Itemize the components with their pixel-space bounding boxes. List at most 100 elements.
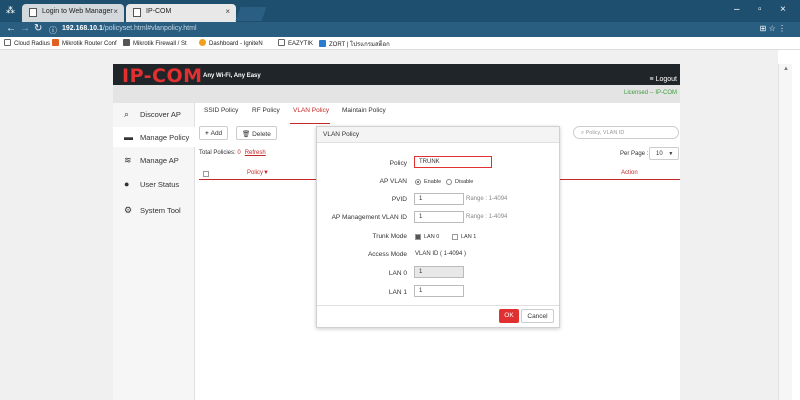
new-tab-button[interactable] bbox=[235, 7, 267, 21]
ok-button[interactable]: OK bbox=[499, 309, 519, 323]
info-icon[interactable]: ⓘ bbox=[49, 25, 57, 36]
ap-vlan-label: AP VLAN bbox=[379, 178, 407, 185]
search-input[interactable]: ⌕ Policy, VLAN ID bbox=[573, 126, 679, 139]
lan1-value: 1 bbox=[419, 288, 423, 294]
url-host: 192.168.10.1 bbox=[62, 25, 103, 32]
ignite-icon bbox=[199, 39, 206, 46]
tab-ssid-policy[interactable]: SSID Policy bbox=[204, 107, 238, 114]
bookmark-label: Mikrotik Firewall / St bbox=[133, 41, 187, 47]
policy-label: Policy bbox=[389, 160, 407, 167]
mgmt-range-hint: Range : 1-4094 bbox=[466, 214, 508, 220]
enable-radio[interactable] bbox=[415, 179, 421, 185]
enable-label: Enable bbox=[424, 179, 442, 185]
sidebar-item-manage-ap[interactable]: ≋ Manage AP bbox=[113, 150, 195, 170]
maximize-icon[interactable]: ▫ bbox=[758, 4, 762, 15]
discover-icon: ⌕ bbox=[124, 109, 130, 119]
tab-title: Login to Web Manager bbox=[42, 8, 113, 15]
add-button[interactable]: + Add bbox=[199, 126, 229, 140]
per-page-value: 10 bbox=[656, 151, 663, 157]
zort-icon bbox=[319, 40, 326, 47]
scroll-up-icon[interactable]: ▲ bbox=[783, 66, 789, 72]
close-window-icon[interactable]: × bbox=[780, 4, 786, 15]
dialog-title: VLAN Policy bbox=[317, 127, 559, 143]
policy-name-input[interactable]: TRUNK bbox=[414, 156, 492, 168]
column-header-action: Action bbox=[621, 170, 638, 176]
firewall-icon bbox=[123, 39, 130, 46]
cancel-button[interactable]: Cancel bbox=[521, 309, 554, 323]
bookmark-label: ZORT | โปรแกรมสต็อก bbox=[329, 42, 390, 48]
trunk-lan1-checkbox[interactable] bbox=[452, 234, 458, 240]
browser-tab-ipcom[interactable]: IP-COM × bbox=[126, 4, 236, 22]
menu-icon[interactable]: ⋮ bbox=[778, 24, 786, 33]
page-icon bbox=[133, 8, 141, 17]
sidebar-item-discover-ap[interactable]: ⌕ Discover AP bbox=[113, 104, 195, 124]
bookmark-mikrotik-router[interactable]: Mikrotik Router Conf bbox=[52, 39, 117, 47]
mgmt-vlan-input[interactable]: 1 bbox=[414, 211, 464, 223]
back-icon[interactable]: ← bbox=[6, 23, 16, 34]
minimize-icon[interactable]: – bbox=[734, 4, 740, 15]
sidebar: ⌕ Discover AP ▬ Manage Policy ≋ Manage A… bbox=[113, 103, 195, 400]
trunk-lan0-checkbox[interactable] bbox=[415, 234, 421, 240]
delete-button[interactable]: 🗑 Delete bbox=[236, 126, 277, 140]
bookmark-label: Mikrotik Router Conf bbox=[62, 41, 117, 47]
bookmark-eazytik[interactable]: EAZYTIK bbox=[278, 39, 313, 47]
sidebar-item-system-tool[interactable]: ⚙ System Tool bbox=[113, 200, 195, 220]
sidebar-item-manage-policy[interactable]: ▬ Manage Policy bbox=[113, 127, 195, 147]
lan0-input[interactable]: 1 bbox=[414, 266, 464, 278]
tab-rf-policy[interactable]: RF Policy bbox=[252, 107, 280, 114]
window-menu-icon[interactable]: ⁂ bbox=[6, 5, 15, 16]
scrollbar[interactable]: ▲ bbox=[778, 64, 792, 400]
trunk-lan1-label: LAN 1 bbox=[461, 234, 477, 240]
tab-title: IP-COM bbox=[146, 8, 172, 15]
star-icon[interactable]: ☆ bbox=[769, 24, 776, 33]
access-mode-label: Access Mode bbox=[367, 251, 407, 258]
per-page-label: Per Page : bbox=[620, 151, 649, 157]
delete-label: Delete bbox=[252, 131, 271, 138]
close-icon[interactable]: × bbox=[113, 7, 118, 16]
wifi-icon: ≋ bbox=[124, 155, 132, 165]
column-header-policy[interactable]: Policy▼ bbox=[247, 170, 269, 176]
bookmark-label: EAZYTIK bbox=[288, 41, 314, 47]
tab-vlan-policy[interactable]: VLAN Policy bbox=[293, 107, 329, 114]
gear-icon: ⚙ bbox=[124, 205, 133, 215]
trunk-lan0-label: LAN 0 bbox=[424, 234, 440, 240]
page-gutter-left bbox=[0, 50, 113, 400]
bookmark-dashboard[interactable]: Dashboard - IgniteN bbox=[199, 39, 263, 47]
per-page-select[interactable]: 10 ▼ bbox=[649, 147, 679, 160]
page-gutter-right bbox=[680, 50, 778, 400]
bookmark-cloud-radius[interactable]: Cloud Radius bbox=[4, 39, 50, 47]
total-policies: Total Policies: 0 Refresh bbox=[199, 150, 266, 156]
tab-maintain-policy[interactable]: Maintain Policy bbox=[342, 107, 386, 114]
active-tab-indicator bbox=[290, 123, 330, 124]
pvid-input[interactable]: 1 bbox=[414, 193, 464, 205]
trunk-mode-label: Trunk Mode bbox=[372, 233, 407, 240]
bookmark-mikrotik-firewall[interactable]: Mikrotik Firewall / St bbox=[123, 39, 187, 47]
browser-tab-login[interactable]: Login to Web Manager × bbox=[22, 4, 124, 22]
sidebar-item-user-status[interactable]: ● User Status bbox=[113, 174, 195, 194]
pvid-value: 1 bbox=[419, 196, 423, 202]
sidebar-item-label: System Tool bbox=[140, 206, 181, 215]
disable-radio[interactable] bbox=[446, 179, 452, 185]
mgmt-vlan-value: 1 bbox=[419, 214, 423, 220]
lan1-label: LAN 1 bbox=[388, 289, 407, 296]
bookmark-label: Dashboard - IgniteN bbox=[209, 41, 263, 47]
url-field[interactable]: 192.168.10.1/policyset.html#vlanpolicy.h… bbox=[62, 25, 197, 32]
forward-icon[interactable]: → bbox=[20, 23, 30, 34]
sidebar-item-label: Manage Policy bbox=[140, 133, 190, 142]
pvid-label: PVID bbox=[391, 196, 407, 203]
license-status: Licensed -- IP-COM bbox=[623, 90, 677, 96]
close-icon[interactable]: × bbox=[225, 7, 230, 16]
url-path: /policyset.html#vlanpolicy.html bbox=[102, 25, 197, 32]
bookmark-label: Cloud Radius bbox=[14, 41, 51, 47]
refresh-link[interactable]: Refresh bbox=[245, 150, 266, 156]
reload-icon[interactable]: ↻ bbox=[34, 23, 42, 34]
logout-link[interactable]: ≡ Logout bbox=[650, 76, 677, 83]
translate-icon[interactable]: ⊞ bbox=[760, 24, 767, 33]
trash-icon: 🗑 bbox=[242, 131, 253, 138]
dialog-footer-divider bbox=[317, 305, 559, 306]
page-gutter-top bbox=[113, 50, 680, 64]
bookmark-zort[interactable]: ZORT | โปรแกรมสต็อก bbox=[319, 39, 390, 49]
lan1-input[interactable]: 1 bbox=[414, 285, 464, 297]
select-all-checkbox[interactable] bbox=[203, 171, 209, 177]
sidebar-item-label: Manage AP bbox=[140, 156, 179, 165]
